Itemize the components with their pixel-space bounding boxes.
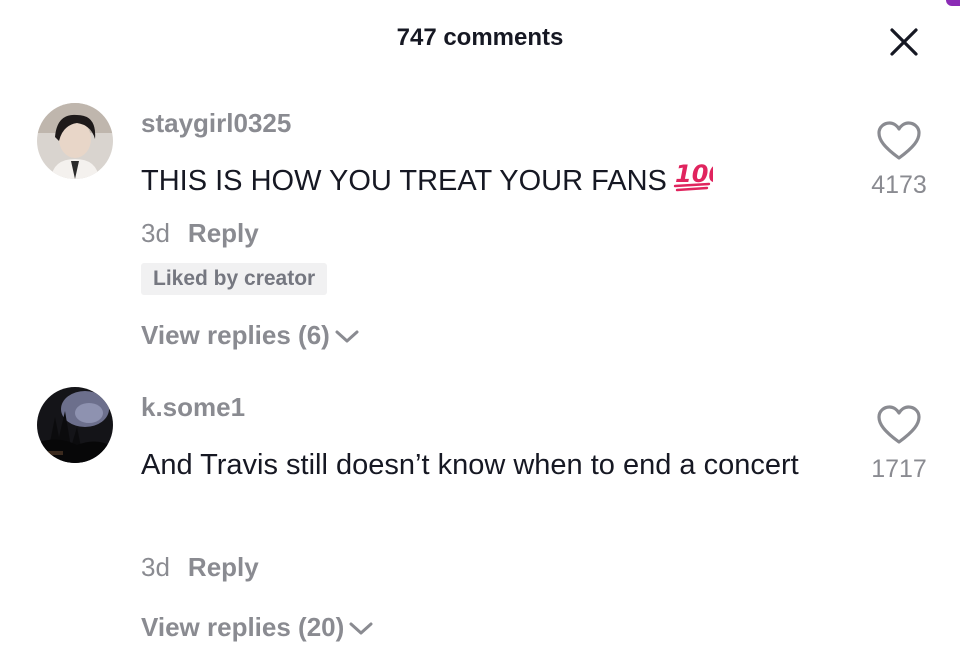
like-count: 4173 <box>871 171 927 199</box>
comment-username[interactable]: k.some1 <box>141 392 245 423</box>
comment-age: 3d <box>141 552 170 582</box>
like-count: 1717 <box>871 455 927 483</box>
comment-text: And Travis still doesn’t know when to en… <box>141 449 799 481</box>
comment-username[interactable]: staygirl0325 <box>141 108 291 139</box>
view-replies-button[interactable]: View replies (6) <box>141 320 360 351</box>
close-button[interactable] <box>884 22 924 62</box>
heart-outline-icon <box>877 405 921 444</box>
liked-by-creator-badge: Liked by creator <box>141 263 328 295</box>
view-replies-button[interactable]: View replies (20) <box>141 612 374 643</box>
comment-text-body: THIS IS HOW YOU TREAT YOUR FANS <box>141 165 667 197</box>
close-icon <box>890 28 918 56</box>
comment-age: 3d <box>141 218 170 248</box>
view-replies-label: View replies (6) <box>141 320 330 350</box>
chevron-down-icon <box>335 330 359 342</box>
chevron-down-icon <box>349 622 373 634</box>
comments-sheet: 747 comments staygirl0325 THIS IS HOW YO… <box>0 0 960 652</box>
comment-meta: 3d Reply <box>141 552 259 583</box>
top-accent <box>946 0 960 6</box>
reply-button[interactable]: Reply <box>188 552 259 582</box>
comment-text: THIS IS HOW YOU TREAT YOUR FANS 100 <box>141 156 821 208</box>
reply-button[interactable]: Reply <box>188 218 259 248</box>
avatar[interactable] <box>37 387 113 463</box>
heart-outline-icon <box>877 121 921 160</box>
view-replies-label: View replies (20) <box>141 612 345 642</box>
comments-count-title: 747 comments <box>396 24 564 51</box>
avatar[interactable] <box>37 103 113 179</box>
like-button[interactable] <box>876 404 922 446</box>
like-button[interactable] <box>876 120 922 162</box>
comment-meta: 3d Reply <box>141 218 259 249</box>
hundred-points-icon: 100 <box>673 158 725 208</box>
